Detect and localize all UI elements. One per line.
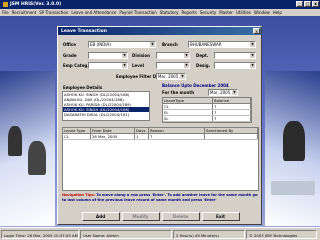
cell-reason[interactable]: 7	[149, 134, 205, 139]
chevron-down-icon: ▼	[184, 63, 189, 68]
menu-sp-transaction[interactable]: SP Transaction	[39, 10, 68, 15]
menu-window[interactable]: Window	[254, 10, 270, 15]
col-from-date: From Date	[91, 128, 135, 133]
cell-balance: 7	[213, 110, 251, 115]
menu-help[interactable]: Help	[273, 10, 282, 15]
keyboard-image	[271, 181, 315, 195]
app-titlebar: JSM HRIS(Ver. 3.0.0) _ □ x	[0, 0, 320, 9]
cell-days[interactable]: 1	[135, 134, 149, 139]
branch-select[interactable]: BHUBANESWAR ▼	[188, 41, 256, 48]
col-days: Days	[135, 128, 149, 133]
cell-type[interactable]: CL	[63, 134, 91, 139]
menu-utilities[interactable]: Utilities	[236, 10, 251, 15]
list-item[interactable]: DASARATHI DISAL (DL/22004/191)	[63, 112, 149, 117]
delete-button[interactable]: Delete	[161, 211, 200, 221]
employee-list[interactable]: ASHOK KU. SINGH (DL/22004/186) ANJAN KU.…	[62, 91, 150, 121]
close-button[interactable]: x	[312, 1, 319, 7]
col-leave-type: Leave Type	[63, 128, 91, 133]
menu-statutory[interactable]: Statutory	[160, 10, 179, 15]
dept-label: Dept.	[196, 53, 209, 58]
leave-transaction-dialog: Leave Transaction x Office EB (INDIA) ▼ …	[57, 26, 262, 225]
col-balance: Balance	[213, 98, 251, 103]
emp-categ-label: Emp Categ.	[63, 63, 89, 68]
cell-sanctioned-by[interactable]	[205, 134, 258, 139]
chevron-down-icon: ▼	[122, 63, 127, 68]
chevron-down-icon: ▼	[250, 53, 255, 58]
background-photo-left	[0, 71, 55, 226]
app-title: JSM HRIS(Ver. 3.0.0)	[10, 2, 62, 7]
filter-date-value: Mar, 2005	[158, 74, 179, 79]
chevron-down-icon: ▼	[184, 53, 189, 58]
leave-grid[interactable]: Leave Type From Date Days Reason Sanctio…	[62, 127, 259, 191]
month-value: Mar, 2005	[210, 90, 231, 95]
col-reason: Reason	[149, 128, 205, 133]
person-silhouette	[283, 121, 305, 161]
dept-select[interactable]: ▼	[214, 52, 256, 59]
cell-balance: 7	[213, 116, 251, 121]
level-select[interactable]: ▼	[156, 62, 190, 69]
person-silhouette	[28, 141, 46, 175]
balance-title: Balance Upto December 2004	[162, 83, 229, 88]
office-value: EB (INDIA)	[90, 42, 111, 47]
division-select[interactable]: ▼	[156, 52, 190, 59]
modify-button[interactable]: Modify	[121, 211, 160, 221]
office-label: Office	[63, 42, 76, 47]
filter-date-select[interactable]: Mar, 2005 ▼	[156, 73, 186, 80]
exit-button[interactable]: Exit	[201, 211, 240, 221]
menu-recruitment[interactable]: Recruitment	[12, 10, 37, 15]
grade-label: Grade	[63, 53, 77, 58]
status-bar: Login Time: 26 Mar, 2005 10:37:05 AM Use…	[0, 227, 320, 240]
level-label: Level	[132, 63, 144, 68]
table-row[interactable]: CL 26 Mar, 2005 1 7	[63, 134, 258, 140]
status-copyright: © 2003 JSM Technologies	[246, 229, 317, 239]
menu-file[interactable]: File	[2, 10, 9, 15]
dialog-title: Leave Transaction	[58, 27, 261, 35]
branch-value: BHUBANESWAR	[190, 42, 222, 47]
cell-type: EL	[163, 110, 213, 115]
table-row[interactable]: SL 7	[163, 116, 251, 122]
status-login-time: Login Time: 26 Mar, 2005 10:37:05 AM	[1, 229, 79, 239]
dialog-close-button[interactable]: x	[253, 28, 260, 34]
emp-categ-select[interactable]: ▼	[88, 62, 128, 69]
cell-type: SL	[163, 116, 213, 121]
balance-table: LeaveType Balance CL 7 EL 7 SL 7	[162, 97, 252, 123]
action-buttons: Add Modify Delete Exit	[62, 210, 259, 222]
grade-select[interactable]: ▼	[88, 52, 128, 59]
chevron-down-icon: ▼	[150, 42, 155, 47]
employee-details-label: Employee Details	[63, 85, 103, 90]
chevron-down-icon: ▼	[250, 42, 255, 47]
cell-type: CL	[163, 104, 213, 109]
menu-security[interactable]: Security	[200, 10, 216, 15]
status-user: User Name: Admin	[80, 229, 172, 239]
col-leave-type: LeaveType	[163, 98, 213, 103]
col-sanctioned-by: Sanctioned By	[205, 128, 258, 133]
maximize-button[interactable]: □	[304, 1, 311, 7]
navigation-tips: Navigation Tips: To move along a row pre…	[62, 193, 259, 208]
chevron-down-icon: ▼	[122, 53, 127, 58]
status-duration: 2 Hour(s) 49 Minute(s)	[173, 229, 245, 239]
minimize-button[interactable]: _	[296, 1, 303, 7]
app-icon	[3, 2, 8, 7]
menu-master[interactable]: Master	[219, 10, 233, 15]
month-select[interactable]: Mar, 2005 ▼	[208, 89, 238, 96]
division-label: Division	[132, 53, 151, 58]
person-silhouette	[8, 126, 22, 156]
office-select[interactable]: EB (INDIA) ▼	[88, 41, 156, 48]
menu-reports[interactable]: Reports	[182, 10, 197, 15]
menu-bar: File Recruitment SP Transaction Leave an…	[0, 9, 320, 16]
add-button[interactable]: Add	[81, 211, 120, 221]
menu-payroll-transaction[interactable]: Payroll Transaction	[119, 10, 156, 15]
cell-from-date[interactable]: 26 Mar, 2005	[91, 134, 135, 139]
menu-leave-attendance[interactable]: Leave and Attendance	[71, 10, 116, 15]
month-label: For the month	[162, 90, 195, 95]
branch-label: Branch	[162, 42, 178, 47]
tips-prefix: Navigation Tips:	[62, 193, 96, 197]
desig-select[interactable]: ▼	[214, 62, 256, 69]
background-photo-right	[265, 71, 320, 226]
chevron-down-icon: ▼	[232, 90, 237, 95]
chevron-down-icon: ▼	[180, 74, 185, 79]
chevron-down-icon: ▼	[250, 63, 255, 68]
desig-label: Desig.	[196, 63, 211, 68]
cell-balance: 7	[213, 104, 251, 109]
